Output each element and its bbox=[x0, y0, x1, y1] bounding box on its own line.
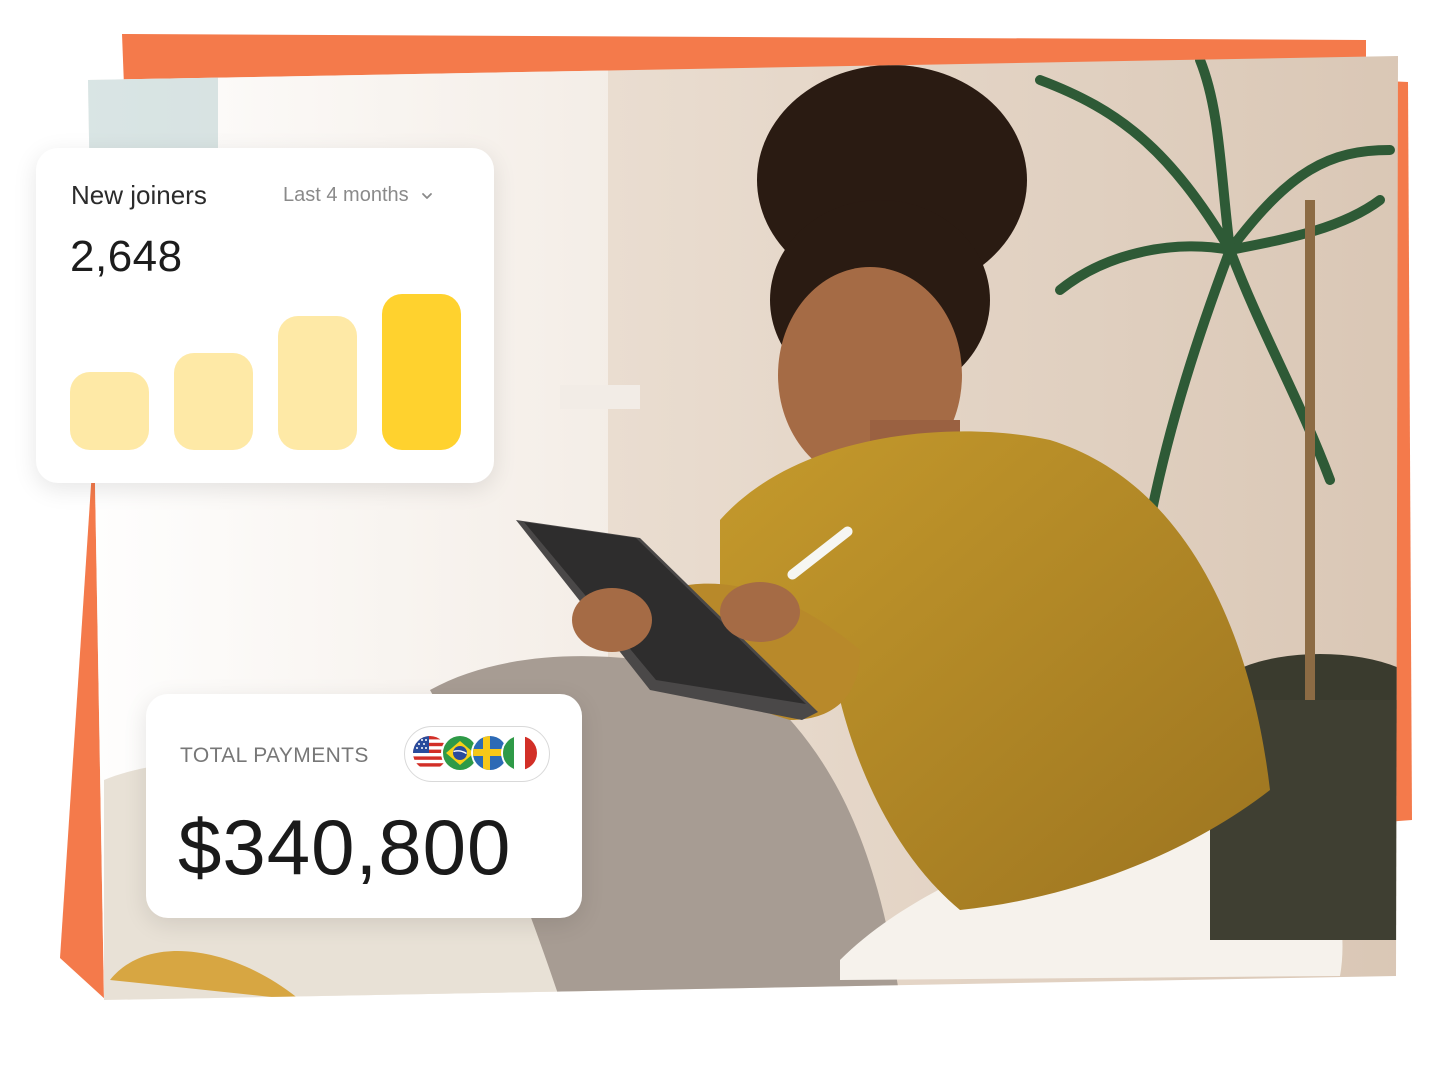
italy-flag-icon bbox=[503, 736, 537, 770]
new-joiners-bar-chart bbox=[70, 288, 461, 450]
joiners-bar-4 bbox=[382, 294, 461, 450]
sweden-flag-icon bbox=[473, 736, 507, 770]
joiners-bar-3 bbox=[278, 316, 357, 450]
total-payments-label: TOTAL PAYMENTS bbox=[180, 744, 369, 767]
joiners-bar-2 bbox=[174, 353, 253, 450]
joiners-bar-1 bbox=[70, 372, 149, 450]
hero-composition: New joiners Last 4 months 2,648 TOTAL PA… bbox=[0, 0, 1440, 1080]
total-payments-amount: $340,800 bbox=[178, 803, 512, 891]
brazil-flag-icon bbox=[443, 736, 477, 770]
new-joiners-card: New joiners Last 4 months 2,648 bbox=[36, 148, 494, 483]
new-joiners-title: New joiners bbox=[71, 180, 207, 210]
chevron-down-icon bbox=[421, 192, 432, 199]
us-flag-icon bbox=[413, 736, 447, 770]
period-filter-label: Last 4 months bbox=[283, 184, 409, 206]
period-filter-dropdown[interactable]: Last 4 months bbox=[283, 184, 435, 207]
total-payments-card: TOTAL PAYMENTS $340,800 bbox=[146, 694, 582, 918]
new-joiners-count: 2,648 bbox=[70, 232, 183, 281]
currency-flags-group bbox=[404, 726, 550, 782]
